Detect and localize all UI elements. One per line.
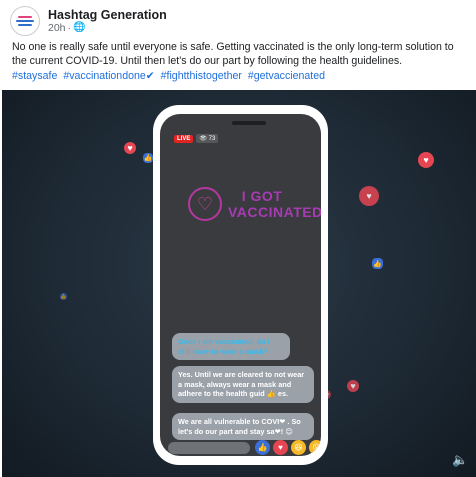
globe-icon: 🌐 — [73, 22, 86, 34]
floating-like-icon: 👍 — [60, 293, 67, 300]
chat-message: Once I am vaccinated, do I still have to… — [172, 333, 290, 360]
comment-input[interactable] — [168, 442, 250, 454]
post-time[interactable]: 20h — [48, 22, 66, 34]
hashtag-link[interactable]: #vaccinationdone✔ — [63, 70, 154, 82]
floating-heart-icon: ♥ — [359, 186, 379, 206]
post-header: Hashtag Generation 20h · 🌐 — [10, 4, 167, 38]
hashtag-link[interactable]: #staysafe — [12, 70, 57, 82]
haha-reaction-icon[interactable]: 😆 — [291, 440, 306, 455]
live-indicator: LIVE 👁 73 — [174, 134, 219, 143]
hashtag-link[interactable]: #fightthistogether — [161, 70, 242, 82]
page-name[interactable]: Hashtag Generation — [48, 8, 167, 22]
floating-heart-icon: ♥ — [124, 142, 136, 154]
heart-logo-icon: ♡ — [188, 187, 222, 221]
hashtag-list: #staysafe #vaccinationdone✔ #fightthisto… — [12, 69, 468, 83]
wow-reaction-icon[interactable]: 😮 — [309, 440, 321, 455]
post-meta: 20h · 🌐 — [48, 22, 167, 34]
like-reaction-icon[interactable]: 👍 — [255, 440, 270, 455]
campaign-logo-text: I GOT VACCINATED — [228, 188, 321, 220]
post-caption: No one is really safe until everyone is … — [12, 41, 454, 67]
phone-mockup: LIVE 👁 73 ♡ I GOT VACCINATED Once I am v… — [153, 105, 328, 465]
live-badge: LIVE — [174, 134, 194, 143]
phone-screen: LIVE 👁 73 ♡ I GOT VACCINATED Once I am v… — [160, 114, 321, 456]
facebook-post: Hashtag Generation 20h · 🌐 No one is rea… — [0, 0, 476, 477]
hashtag-link[interactable]: #getvaccienated — [248, 70, 325, 82]
phone-notch — [232, 121, 266, 125]
meta-separator: · — [67, 22, 72, 35]
chat-message: Yes. Until we are cleared to not wear a … — [172, 366, 314, 403]
viewer-count: 👁 73 — [196, 134, 219, 143]
page-avatar[interactable] — [10, 6, 40, 36]
floating-heart-icon: ♥ — [418, 152, 434, 168]
floating-like-icon: 👍 — [372, 258, 383, 269]
reaction-bar: 👍 ♥ 😆 😮 — [255, 440, 321, 455]
volume-icon[interactable]: 🔈 — [452, 452, 468, 468]
chat-message: We are all vulnerable to COVI❤ . So let'… — [172, 413, 314, 440]
floating-heart-icon: ♥ — [347, 380, 359, 392]
floating-like-icon: 👍 — [143, 153, 153, 163]
love-reaction-icon[interactable]: ♥ — [273, 440, 288, 455]
